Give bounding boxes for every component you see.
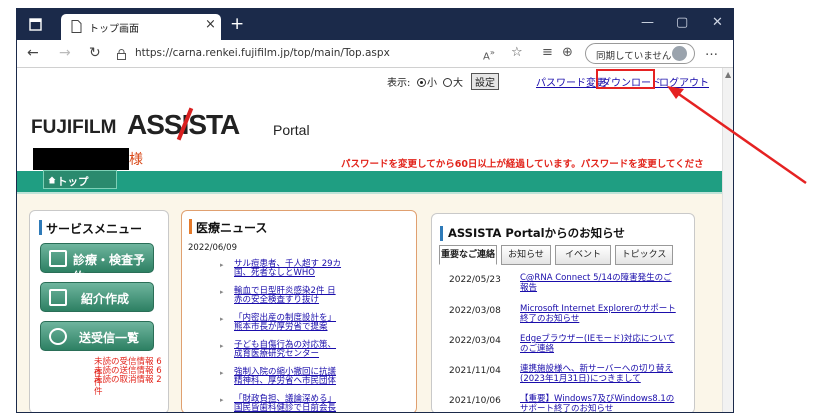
annotation-arrow xyxy=(667,86,807,185)
annotation-arrow-line xyxy=(672,88,807,185)
screenshot-root: トップ画面 × + — ▢ ✕ ← → ↻ https://carna.renk… xyxy=(0,0,814,413)
